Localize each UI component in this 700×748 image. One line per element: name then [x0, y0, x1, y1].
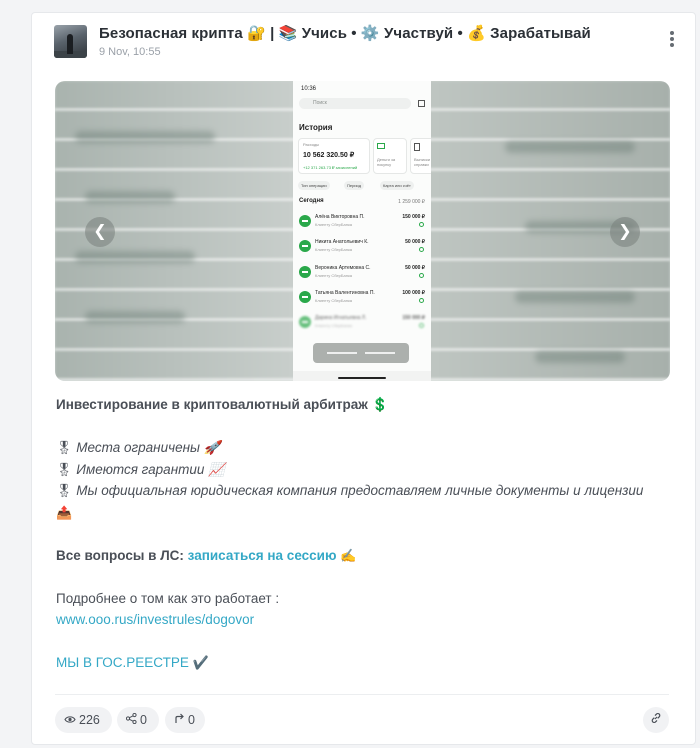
- session-link[interactable]: записаться на сессию: [188, 548, 337, 563]
- channel-title[interactable]: Безопасная крипта 🔐 | 📚 Учись • ⚙️ Участ…: [99, 24, 591, 42]
- questions-line: Все вопросы в ЛС: записаться на сессию ✍…: [56, 545, 676, 567]
- post-text: Инвестирование в криптовалютный арбитраж…: [56, 394, 676, 674]
- registry-link[interactable]: МЫ В ГОС.РЕЕСТРЕ: [56, 655, 189, 670]
- questions-label: Все вопросы в ЛС:: [56, 547, 188, 563]
- registry-emoji: ✔️: [192, 655, 209, 670]
- phone-grid-icon: [418, 100, 425, 107]
- phone-overlay-pill: [313, 343, 409, 363]
- shares-count: 0: [140, 713, 147, 727]
- bullet-item: 🎖 Мы официальная юридическая компания пр…: [56, 483, 644, 498]
- phone-expenses-amount: 10 562 320.50 ₽: [303, 152, 355, 159]
- phone-transaction: Вероника Артемовна С. Клиенту СберБанка …: [299, 264, 425, 286]
- phone-cashback: +12 371 263.73 ₽ зачислений: [303, 165, 358, 170]
- phone-search: Поиск: [299, 98, 411, 109]
- copy-link-button[interactable]: [643, 707, 669, 733]
- phone-transaction: Татьяна Валентиновна П. Клиенту СберБанк…: [299, 289, 425, 311]
- post-timestamp: 9 Nov, 10:55: [99, 46, 161, 58]
- post-headline: Инвестирование в криптовалютный арбитраж…: [56, 397, 389, 412]
- views-count: 226: [79, 713, 100, 727]
- phone-today-label: Сегодня: [299, 198, 324, 204]
- phone-card-3: Выписки и справки: [410, 138, 431, 174]
- phone-tab-bar: [293, 371, 431, 381]
- phone-filter: Тип операции: [298, 181, 330, 190]
- phone-search-placeholder: Поиск: [313, 100, 327, 106]
- channel-avatar[interactable]: [54, 25, 87, 58]
- footer-divider: [55, 694, 669, 695]
- phone-home-indicator: [338, 377, 386, 379]
- link-icon: [650, 707, 662, 733]
- bullet-item: 🎖 Места ограничены 🚀: [56, 440, 221, 455]
- phone-card-2: Деньги за покупку: [373, 138, 407, 174]
- phone-today-total: 1 259 000 ₽: [398, 199, 425, 205]
- phone-expenses-card: Расходы 10 562 320.50 ₽ +12 371 263.73 ₽…: [298, 138, 370, 174]
- phone-screenshot: 10:36 Поиск История Расходы 10 562 320.5…: [293, 81, 431, 381]
- avatar-figure: [67, 34, 73, 54]
- bullet-tail: 📤: [56, 504, 73, 520]
- post-media[interactable]: 10:36 Поиск История Расходы 10 562 320.5…: [55, 81, 670, 381]
- eye-icon: [64, 707, 76, 733]
- forwards-counter[interactable]: 0: [165, 707, 205, 733]
- phone-card2-label: Деньги за покупку: [377, 157, 396, 167]
- more-label: Подробнее о том как это работает :: [56, 590, 280, 606]
- post-footer: 226 0 0: [55, 707, 669, 733]
- phone-filter: Период: [344, 181, 365, 190]
- more-vertical-icon[interactable]: [667, 31, 677, 51]
- shares-counter[interactable]: 0: [117, 707, 159, 733]
- bullet-item: 🎖 Имеются гарантии 📈: [56, 461, 225, 477]
- phone-transaction: Дарина Игнатьевна Л. Клиенту СберБанка 1…: [299, 314, 425, 336]
- share-icon: [125, 707, 137, 733]
- phone-filter: Карта или счёт: [380, 181, 414, 190]
- phone-transaction: Никита Анатольевич К. Клиенту СберБанка …: [299, 238, 425, 260]
- phone-status-time: 10:36: [301, 86, 317, 92]
- post-card: Безопасная крипта 🔐 | 📚 Учись • ⚙️ Участ…: [31, 12, 696, 745]
- views-counter[interactable]: 226: [55, 707, 112, 733]
- forward-icon: [174, 707, 185, 733]
- url-link[interactable]: www.ooo.rus/investrules/dogovor: [56, 612, 254, 627]
- phone-transaction: Алёна Викторовна П. Клиенту СберБанка 15…: [299, 213, 425, 235]
- chevron-left-icon[interactable]: ❮: [85, 217, 115, 247]
- forwards-count: 0: [188, 713, 195, 727]
- phone-heading: История: [299, 123, 333, 132]
- phone-card3-label: Выписки и справки: [414, 157, 431, 167]
- chevron-right-icon[interactable]: ❯: [610, 217, 640, 247]
- post-header: Безопасная крипта 🔐 | 📚 Учись • ⚙️ Участ…: [54, 23, 677, 63]
- session-emoji: ✍️: [340, 547, 357, 563]
- phone-expenses-label: Расходы: [303, 142, 320, 147]
